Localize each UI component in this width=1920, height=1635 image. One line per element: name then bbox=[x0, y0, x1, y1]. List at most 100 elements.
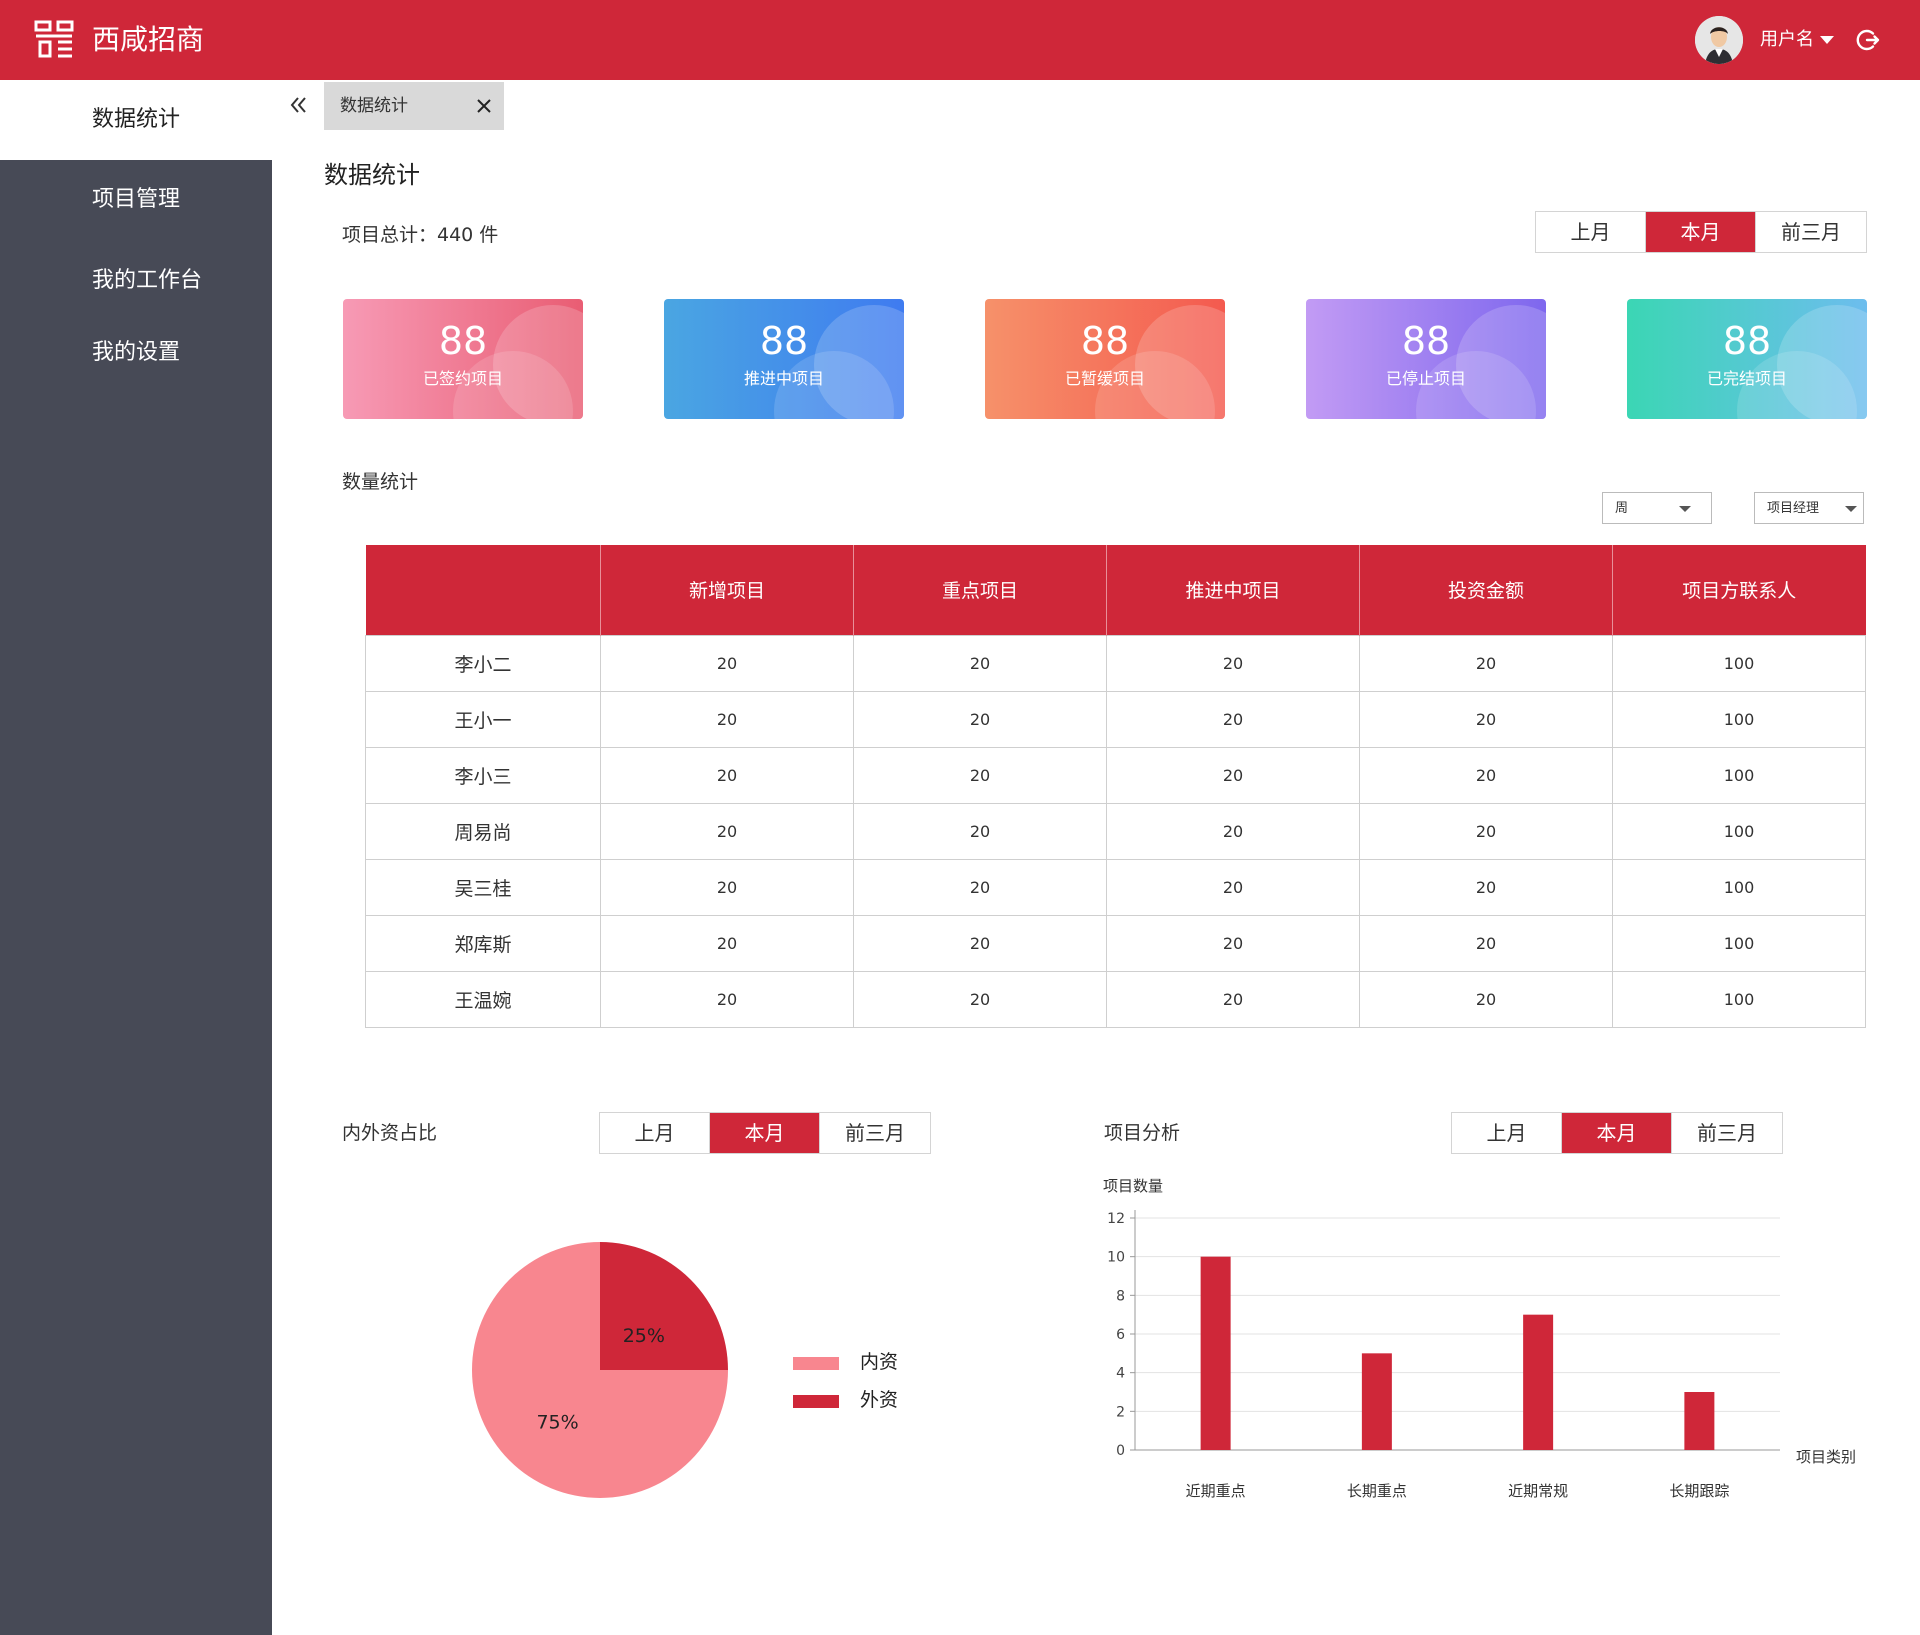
table-cell: 20 bbox=[600, 858, 854, 916]
card-value: 88 bbox=[1722, 319, 1772, 363]
card-value: 88 bbox=[1080, 319, 1130, 363]
collapse-sidebar-icon[interactable] bbox=[288, 94, 310, 116]
card-value: 88 bbox=[438, 319, 488, 363]
period-last-three-months-button[interactable]: 前三月 bbox=[1756, 212, 1866, 252]
y-tick-label: 6 bbox=[1116, 1327, 1125, 1343]
card-value: 88 bbox=[1401, 319, 1451, 363]
period-this-month-button[interactable]: 本月 bbox=[710, 1113, 820, 1153]
tab-data-stats[interactable]: 数据统计 bbox=[324, 82, 504, 130]
card-label: 已暂缓项目 bbox=[1064, 369, 1145, 388]
period-last-three-months-button[interactable]: 前三月 bbox=[820, 1113, 930, 1153]
table-cell: 20 bbox=[600, 746, 854, 804]
table-cell: 20 bbox=[853, 634, 1107, 692]
table-row: 李小二 20 20 20 20 100 bbox=[365, 634, 1866, 692]
column-header bbox=[365, 545, 601, 635]
period-toggle-top: 上月 本月 前三月 bbox=[1535, 211, 1867, 253]
table-cell: 王温婉 bbox=[365, 970, 601, 1028]
stat-card-completed[interactable]: 88 已完结项目 bbox=[1627, 299, 1867, 419]
table-cell: 20 bbox=[853, 914, 1107, 972]
count-section-title: 数量统计 bbox=[342, 471, 419, 493]
top-header: 西咸招商 用户名 bbox=[0, 0, 1920, 80]
sidebar-item-project-management[interactable]: 项目管理 bbox=[0, 160, 272, 240]
table-row: 李小三 20 20 20 20 100 bbox=[365, 746, 1866, 804]
caret-down-icon bbox=[1679, 506, 1691, 512]
bar bbox=[1523, 1314, 1554, 1450]
stat-card-signed[interactable]: 88 已签约项目 bbox=[343, 299, 583, 419]
x-tick-label: 近期重点 bbox=[1186, 1482, 1246, 1500]
logo-icon bbox=[34, 20, 74, 58]
logout-icon[interactable] bbox=[1856, 28, 1880, 52]
table-cell: 20 bbox=[853, 746, 1107, 804]
table-cell: 20 bbox=[1106, 970, 1360, 1028]
table-cell: 20 bbox=[1106, 634, 1360, 692]
y-tick-label: 4 bbox=[1116, 1366, 1125, 1382]
x-tick-label: 长期跟踪 bbox=[1669, 1482, 1729, 1500]
period-this-month-button[interactable]: 本月 bbox=[1646, 212, 1756, 252]
table-cell: 王小一 bbox=[365, 690, 601, 748]
table-row: 周易尚 20 20 20 20 100 bbox=[365, 802, 1866, 860]
table-row: 吴三桂 20 20 20 20 100 bbox=[365, 858, 1866, 916]
card-label: 已完结项目 bbox=[1706, 369, 1787, 388]
table-row: 郑库斯 20 20 20 20 100 bbox=[365, 914, 1866, 972]
table-cell: 100 bbox=[1612, 746, 1866, 804]
project-total: 项目总计：440 件 bbox=[342, 224, 499, 246]
table-cell: 20 bbox=[853, 690, 1107, 748]
x-axis-title: 项目类别 bbox=[1796, 1448, 1856, 1466]
sidebar-item-my-workbench[interactable]: 我的工作台 bbox=[0, 241, 272, 321]
column-header: 推进中项目 bbox=[1106, 545, 1360, 635]
caret-down-icon bbox=[1845, 506, 1857, 512]
caret-down-icon[interactable] bbox=[1820, 36, 1834, 44]
table-cell: 20 bbox=[1106, 858, 1360, 916]
stat-card-suspended[interactable]: 88 已暂缓项目 bbox=[985, 299, 1225, 419]
y-tick-label: 12 bbox=[1107, 1211, 1125, 1227]
sidebar-item-data-stats[interactable]: 数据统计 bbox=[0, 80, 272, 160]
app-title: 西咸招商 bbox=[92, 23, 205, 56]
table-cell: 20 bbox=[1106, 690, 1360, 748]
table-cell: 20 bbox=[1359, 746, 1613, 804]
period-select[interactable]: 周 bbox=[1602, 492, 1712, 524]
y-tick-label: 10 bbox=[1107, 1250, 1125, 1266]
column-header: 投资金额 bbox=[1359, 545, 1613, 635]
legend-swatch-foreign bbox=[793, 1395, 839, 1408]
close-icon[interactable] bbox=[476, 98, 492, 114]
stat-card-in-progress[interactable]: 88 推进中项目 bbox=[664, 299, 904, 419]
role-select[interactable]: 项目经理 bbox=[1754, 492, 1864, 524]
table-row: 王小一 20 20 20 20 100 bbox=[365, 690, 1866, 748]
table-cell: 20 bbox=[1359, 858, 1613, 916]
period-last-month-button[interactable]: 上月 bbox=[1536, 212, 1646, 252]
username[interactable]: 用户名 bbox=[1760, 28, 1814, 52]
legend-label-domestic: 内资 bbox=[860, 1351, 899, 1373]
table-header-row: 新增项目 重点项目 推进中项目 投资金额 项目方联系人 bbox=[365, 545, 1866, 635]
column-header: 重点项目 bbox=[853, 545, 1107, 635]
period-this-month-button[interactable]: 本月 bbox=[1562, 1113, 1672, 1153]
y-axis-title: 项目数量 bbox=[1103, 1177, 1163, 1195]
pie-slice bbox=[600, 1242, 728, 1370]
card-label: 已停止项目 bbox=[1385, 369, 1466, 388]
legend-swatch-domestic bbox=[793, 1357, 839, 1370]
table-cell: 20 bbox=[1359, 634, 1613, 692]
table-cell: 20 bbox=[600, 634, 854, 692]
table-cell: 20 bbox=[1359, 970, 1613, 1028]
period-toggle-bar: 上月 本月 前三月 bbox=[1451, 1112, 1783, 1154]
table-cell: 20 bbox=[600, 914, 854, 972]
bar-section-title: 项目分析 bbox=[1104, 1122, 1181, 1144]
y-tick-label: 0 bbox=[1116, 1443, 1125, 1459]
column-header: 新增项目 bbox=[600, 545, 854, 635]
table-cell: 20 bbox=[1359, 914, 1613, 972]
x-tick-label: 近期常规 bbox=[1508, 1482, 1568, 1500]
table-cell: 20 bbox=[600, 802, 854, 860]
legend-label-foreign: 外资 bbox=[860, 1389, 899, 1411]
sidebar-item-my-settings[interactable]: 我的设置 bbox=[0, 313, 272, 393]
period-last-month-button[interactable]: 上月 bbox=[1452, 1113, 1562, 1153]
avatar[interactable] bbox=[1695, 16, 1743, 64]
table-cell: 吴三桂 bbox=[365, 858, 601, 916]
table-cell: 周易尚 bbox=[365, 802, 601, 860]
table-cell: 100 bbox=[1612, 914, 1866, 972]
bar-chart: 项目数量 0 2 4 6 8 10 12 项目类别近期重点 长期重点 近期常规 长期跟踪 bbox=[1103, 1177, 1856, 1500]
period-toggle-pie: 上月 本月 前三月 bbox=[599, 1112, 931, 1154]
table-cell: 20 bbox=[853, 970, 1107, 1028]
stat-card-stopped[interactable]: 88 已停止项目 bbox=[1306, 299, 1546, 419]
card-label: 已签约项目 bbox=[422, 369, 503, 388]
period-last-month-button[interactable]: 上月 bbox=[600, 1113, 710, 1153]
period-last-three-months-button[interactable]: 前三月 bbox=[1672, 1113, 1782, 1153]
